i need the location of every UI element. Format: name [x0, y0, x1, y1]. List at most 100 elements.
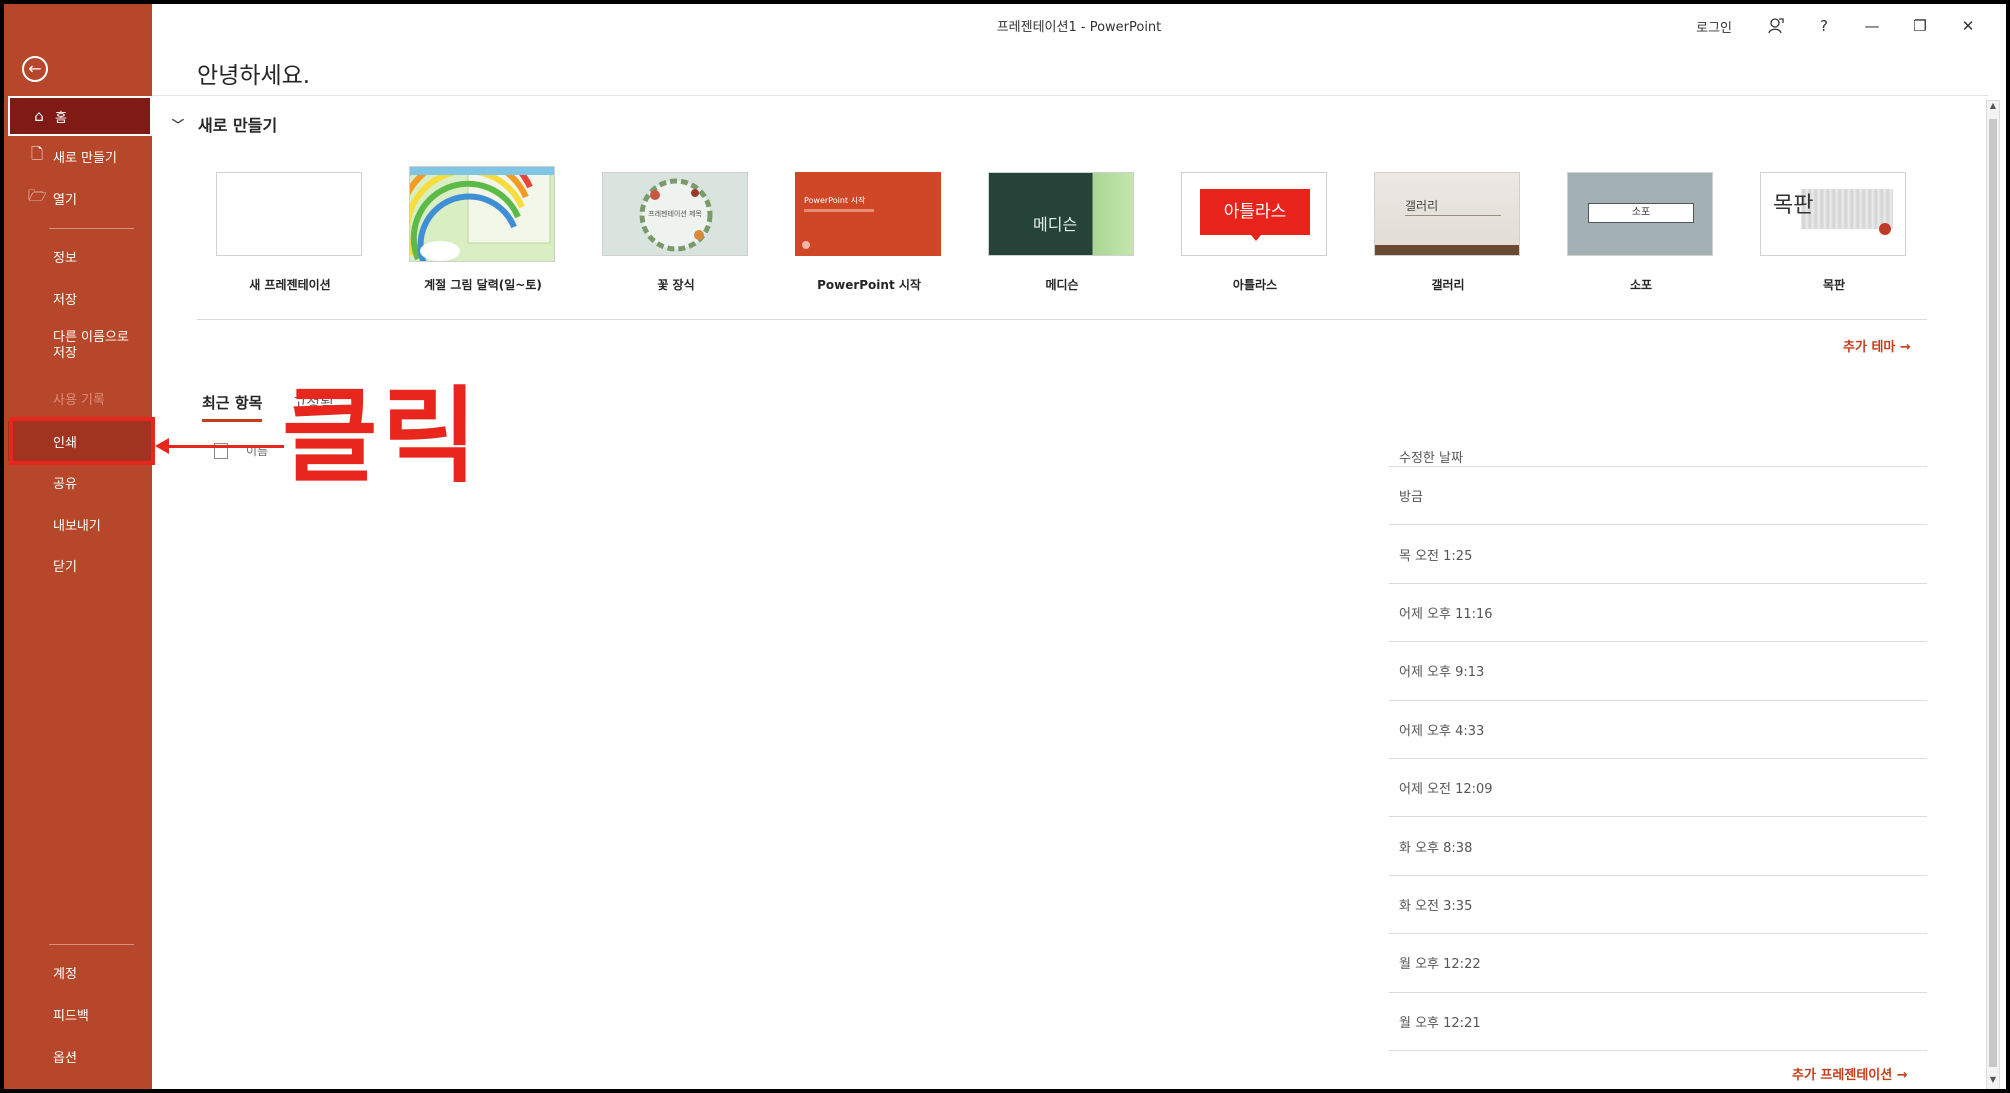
folder-open-icon: 🗁 — [28, 186, 47, 205]
template-blank[interactable]: 새 프레젠테이션 — [216, 172, 364, 293]
template-thumbnail: 프레젠테이션 제목 — [602, 172, 748, 256]
template-label: 소포 — [1629, 278, 1653, 292]
section-title: 새로 만들기 — [198, 116, 278, 135]
template-powerpoint-start[interactable]: PowerPoint 시작 PowerPoint 시작 — [795, 172, 943, 293]
table-row[interactable]: 어제 오전 12:09 — [1389, 759, 1927, 818]
restore-button[interactable]: ❐ — [1896, 12, 1944, 40]
table-row[interactable]: 화 오전 3:35 — [1389, 876, 1927, 935]
backstage-sidebar: ← ⌂ 홈 🗋 새로 만들기 🗁 열기 정보 저장 다른 이름으로 저장 사용 … — [4, 4, 152, 1089]
thumb-line — [1405, 215, 1501, 216]
table-row[interactable]: 화 오후 8:38 — [1389, 817, 1927, 876]
thumb-texture — [1801, 189, 1893, 229]
new-document-icon: 🗋 — [30, 144, 44, 163]
thumb-line — [804, 209, 874, 212]
sidebar-item-label: 계정 — [53, 966, 77, 982]
sidebar-item-label: 홈 — [55, 110, 67, 126]
coauthor-icon[interactable] — [1752, 12, 1800, 40]
sidebar-item-feedback[interactable]: 피드백 — [8, 994, 152, 1034]
template-label: 꽃 장식 — [657, 278, 695, 292]
thumb-dot — [802, 241, 810, 249]
modified-date-column: 수정한 날짜 방금 목 오전 1:25 어제 오후 11:16 어제 오후 9:… — [1389, 432, 1927, 1051]
new-section-header[interactable]: ﹀ 새로 만들기 — [172, 112, 277, 136]
template-thumbnail: 갤러리 — [1374, 172, 1520, 256]
sidebar-item-save[interactable]: 저장 — [8, 278, 152, 318]
table-row[interactable]: 월 오후 12:22 — [1389, 934, 1927, 993]
sidebar-item-account[interactable]: 계정 — [8, 952, 152, 992]
login-link[interactable]: 로그인 — [1696, 17, 1732, 36]
sidebar-item-label: 공유 — [53, 476, 77, 492]
scroll-down-icon[interactable]: ▼ — [1987, 1075, 1999, 1089]
home-icon: ⌂ — [34, 107, 44, 125]
template-label: 메디슨 — [1045, 278, 1079, 292]
sidebar-item-home[interactable]: ⌂ 홈 — [8, 96, 152, 136]
table-row[interactable]: 어제 오후 9:13 — [1389, 642, 1927, 701]
sidebar-item-options[interactable]: 옵션 — [8, 1036, 152, 1076]
date-column-header[interactable]: 수정한 날짜 — [1389, 432, 1927, 467]
table-row[interactable]: 방금 — [1389, 467, 1927, 526]
close-button[interactable]: ✕ — [1944, 12, 1992, 40]
annotation-arrow-line — [164, 445, 284, 448]
template-thumbnail — [409, 166, 555, 262]
table-row[interactable]: 어제 오후 11:16 — [1389, 584, 1927, 643]
sidebar-item-share[interactable]: 공유 — [8, 462, 152, 502]
template-thumbnail: 목판 — [1760, 172, 1906, 256]
sidebar-divider — [49, 944, 134, 945]
more-themes-link[interactable]: 추가 테마 → — [1843, 336, 1911, 355]
sidebar-item-label: 내보내기 — [53, 518, 101, 534]
divider — [197, 319, 1927, 320]
template-madison[interactable]: 메디슨 메디슨 — [988, 172, 1136, 293]
template-label: 새 프레젠테이션 — [249, 278, 331, 292]
sidebar-item-label: 정보 — [53, 250, 77, 266]
back-arrow-icon[interactable]: ← — [22, 56, 48, 82]
scroll-up-icon[interactable]: ▲ — [1987, 101, 1999, 115]
template-label: 아틀라스 — [1232, 278, 1278, 292]
template-calendar[interactable]: 계절 그림 달력(일~토) — [409, 166, 557, 293]
table-row[interactable]: 어제 오후 4:33 — [1389, 701, 1927, 759]
tab-recent[interactable]: 최근 항목 — [202, 392, 263, 422]
template-label: 갤러리 — [1431, 278, 1465, 292]
sidebar-divider — [49, 228, 134, 229]
sidebar-item-close[interactable]: 닫기 — [8, 545, 152, 585]
help-button[interactable]: ? — [1800, 12, 1848, 40]
template-woodtype[interactable]: 목판 목판 — [1760, 172, 1908, 293]
template-label: 계절 그림 달력(일~토) — [424, 278, 542, 292]
powerpoint-window: ← ⌂ 홈 🗋 새로 만들기 🗁 열기 정보 저장 다른 이름으로 저장 사용 … — [0, 0, 2010, 1093]
table-row[interactable]: 월 오후 12:21 — [1389, 993, 1927, 1051]
sidebar-item-label: 다른 이름으로 저장 — [53, 330, 129, 361]
thumb-dot — [1879, 223, 1891, 235]
table-row[interactable]: 목 오전 1:25 — [1389, 525, 1927, 584]
template-thumb-title: 소포 — [1588, 203, 1694, 223]
template-thumbnail: 아틀라스 — [1181, 172, 1327, 256]
sidebar-item-new[interactable]: 🗋 새로 만들기 — [8, 136, 152, 176]
template-atlas[interactable]: 아틀라스 아틀라스 — [1181, 172, 1329, 293]
sidebar-item-label: 닫기 — [53, 559, 77, 575]
sidebar-item-export[interactable]: 내보내기 — [8, 504, 152, 544]
sidebar-item-label: 새로 만들기 — [53, 150, 117, 166]
template-label: PowerPoint 시작 — [817, 278, 921, 292]
template-thumbnail: 메디슨 — [988, 172, 1134, 256]
template-parcel[interactable]: 소포 소포 — [1567, 172, 1715, 293]
sidebar-item-history: 사용 기록 — [8, 378, 152, 418]
more-presentations-link[interactable]: 추가 프레젠테이션 → — [1792, 1064, 1908, 1083]
sidebar-item-info[interactable]: 정보 — [8, 236, 152, 276]
sidebar-item-label: 저장 — [53, 292, 77, 308]
template-gallery-theme[interactable]: 갤러리 갤러리 — [1374, 172, 1522, 293]
thumb-pointer — [1251, 235, 1261, 241]
scrollbar-thumb[interactable] — [1989, 119, 1997, 1067]
sidebar-item-label: 사용 기록 — [53, 392, 105, 408]
template-thumbnail: PowerPoint 시작 — [795, 172, 941, 256]
template-label: 목판 — [1822, 278, 1846, 292]
chevron-down-icon: ﹀ — [172, 117, 185, 132]
divider — [152, 95, 1988, 96]
sidebar-item-label: 옵션 — [53, 1050, 77, 1066]
greeting-heading: 안녕하세요. — [197, 63, 311, 89]
minimize-button[interactable]: — — [1848, 12, 1896, 40]
sidebar-item-save-as[interactable]: 다른 이름으로 저장 — [8, 324, 148, 368]
template-thumb-title: PowerPoint 시작 — [804, 196, 866, 205]
annotation-label: 클릭 — [282, 375, 482, 497]
annotation-highlight-box — [9, 417, 155, 465]
sidebar-item-label: 열기 — [53, 192, 77, 208]
template-flower[interactable]: 프레젠테이션 제목 꽃 장식 — [602, 172, 750, 293]
vertical-scrollbar[interactable]: ▲ ▼ — [1986, 100, 2000, 1089]
sidebar-item-open[interactable]: 🗁 열기 — [8, 178, 152, 218]
